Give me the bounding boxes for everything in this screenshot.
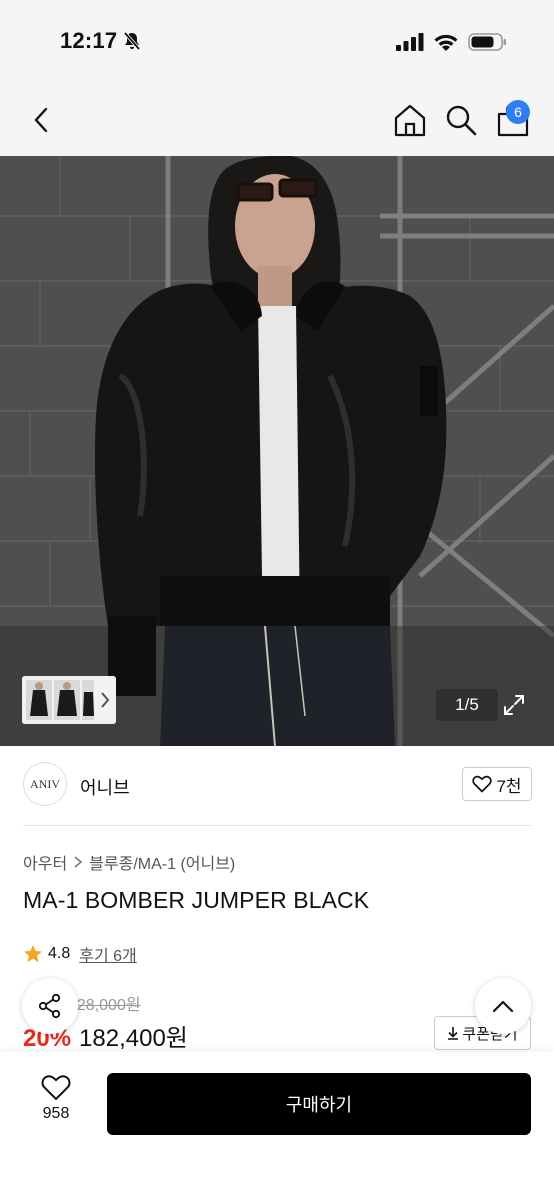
share-button[interactable] bbox=[22, 978, 78, 1034]
sale-price: 182,400원 bbox=[79, 1025, 188, 1052]
image-counter: 1/5 bbox=[436, 689, 498, 721]
brand-like-count: 7천 bbox=[496, 776, 522, 796]
status-bar: 12:17 bbox=[0, 0, 554, 84]
divider bbox=[23, 825, 531, 826]
wifi-icon bbox=[434, 34, 458, 51]
review-link[interactable]: 후기 6개 bbox=[79, 942, 137, 966]
battery-icon bbox=[468, 33, 506, 51]
product-image[interactable]: 1/5 bbox=[0, 156, 554, 746]
wish-button[interactable]: 958 bbox=[30, 1074, 82, 1134]
status-indicators bbox=[396, 32, 508, 52]
breadcrumb-item-category[interactable]: 블루종/MA-1 (어니브) bbox=[89, 850, 235, 874]
chevron-up-icon bbox=[492, 1000, 514, 1013]
product-photo bbox=[0, 156, 554, 746]
cart-count-badge: 6 bbox=[506, 100, 530, 124]
brand-logo[interactable]: ANIV bbox=[23, 762, 67, 806]
home-icon[interactable] bbox=[392, 102, 428, 138]
chevron-left-icon bbox=[34, 107, 48, 133]
rating-value: 4.8 bbox=[48, 945, 71, 962]
expand-icon bbox=[504, 695, 524, 715]
search-icon[interactable] bbox=[443, 102, 479, 138]
brand-name[interactable]: 어니브 bbox=[80, 774, 130, 800]
thumbnail-strip[interactable] bbox=[22, 676, 116, 724]
product-title: MA-1 BOMBER JUMPER BLACK bbox=[23, 887, 370, 913]
back-button[interactable] bbox=[24, 102, 58, 138]
star-icon bbox=[24, 945, 42, 963]
fullscreen-button[interactable] bbox=[498, 689, 530, 721]
heart-icon bbox=[472, 775, 493, 793]
thumbnail-images bbox=[22, 676, 116, 724]
buy-button[interactable]: 구매하기 bbox=[107, 1073, 531, 1135]
brand-like-button[interactable]: 7천 bbox=[462, 767, 532, 801]
bottom-action-bar: 958 구매하기 bbox=[0, 1052, 554, 1200]
breadcrumb-item-outer[interactable]: 아우터 bbox=[23, 850, 67, 874]
wish-count: 958 bbox=[42, 1105, 70, 1122]
heart-icon bbox=[41, 1075, 71, 1100]
signal-icon bbox=[396, 33, 424, 51]
chevron-right-icon bbox=[74, 856, 83, 868]
scroll-top-button[interactable] bbox=[475, 978, 531, 1034]
share-icon bbox=[38, 993, 61, 1019]
nav-bar bbox=[0, 84, 554, 156]
bell-off-icon bbox=[123, 31, 141, 51]
download-icon bbox=[448, 1027, 459, 1040]
rating-row: 4.8 후기 6개 bbox=[23, 942, 137, 966]
original-price: 228,000원 bbox=[68, 997, 141, 1014]
status-time: 12:17 bbox=[60, 28, 118, 53]
breadcrumb: 아우터 블루종/MA-1 (어니브) bbox=[23, 850, 235, 874]
